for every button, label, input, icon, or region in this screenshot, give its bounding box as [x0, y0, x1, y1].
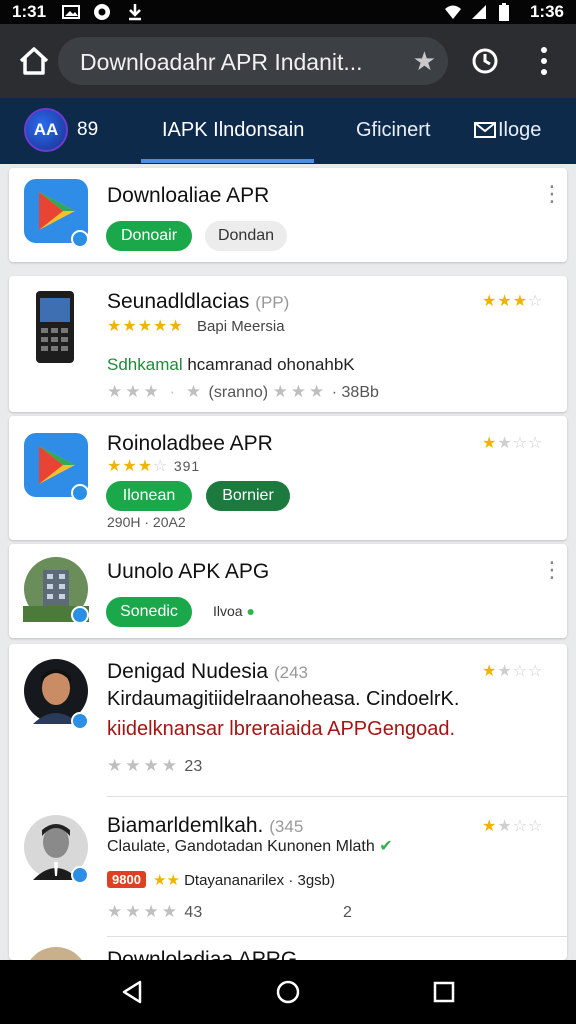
app-notification-icon — [94, 4, 110, 20]
app-title[interactable]: Downloaliae APR — [107, 184, 269, 208]
app-title-text: Denigad Nudesia — [107, 660, 269, 683]
rating-count: 23 — [184, 758, 203, 775]
phone-icon — [36, 291, 74, 363]
app-description: Sdhkamal hcamranad ohonahbK — [107, 355, 355, 375]
verified-badge — [71, 230, 89, 248]
review-count: 2 — [343, 904, 352, 921]
app-card[interactable]: Roinoladbee APR ★★☆☆ ★★★☆ 391 Ilonean Bo… — [9, 416, 567, 540]
system-navigation-bar — [0, 960, 576, 1024]
verified-badge — [71, 866, 89, 884]
rating-stars: ★★★☆ 391 — [107, 458, 201, 475]
status-bar: 1:31 1:36 — [0, 0, 576, 24]
star-icon[interactable]: ★ — [413, 46, 436, 77]
rating-stars: ★★☆☆ — [482, 435, 544, 452]
description-highlight: Sdhkamal — [107, 355, 183, 374]
developer-name-text: Claulate, Gandotadan Kunonen Mlath — [107, 838, 375, 855]
download-button[interactable]: Ilonean — [106, 481, 192, 511]
battery-icon — [499, 3, 509, 21]
nav-count: 89 — [77, 119, 99, 140]
rating-stars: ★★☆☆ — [482, 818, 544, 835]
verified-badge — [71, 606, 89, 624]
download-button[interactable]: Donoair — [106, 221, 192, 251]
divider — [107, 936, 567, 937]
site-navbar: AA 89 IAPK Ilndonsain Gficinert Iloge — [0, 98, 576, 164]
app-extra: Ilvoa ● — [213, 603, 255, 619]
home-circle-icon[interactable] — [274, 978, 302, 1006]
site-logo[interactable]: AA — [24, 108, 68, 152]
app-title[interactable]: Uunolo APK APG — [107, 560, 269, 584]
status-time-right: 1:36 — [529, 2, 564, 21]
tab-official[interactable]: Gficinert — [356, 119, 430, 142]
more-vert-icon[interactable]: ⋮ — [541, 559, 563, 581]
developer-name: Claulate, Gandotadan Kunonen Mlath ✔ — [107, 836, 393, 856]
url-text[interactable]: Downloadahr APR Indanit... — [80, 49, 363, 76]
rating-stars: ★★★☆ — [482, 293, 544, 310]
app-title[interactable]: Biamarldemlkah. (345 — [107, 814, 303, 838]
history-icon[interactable] — [470, 46, 500, 76]
app-description-highlight: kiidelknansar lbreraiaida APPGengoad. — [107, 718, 455, 740]
review-count: (sranno) — [208, 384, 269, 401]
download-button[interactable]: Sonedic — [106, 597, 192, 627]
app-title[interactable]: Roinoladbee APR — [107, 432, 273, 456]
app-extra-text: Ilvoa — [213, 603, 243, 619]
tab-iloge[interactable]: Iloge — [474, 119, 541, 142]
app-card[interactable]: Denigad Nudesia (243 ★★☆☆ Kirdaumagitiid… — [9, 644, 567, 1011]
app-card[interactable]: Downloaliae APR Donoair Dondan ⋮ — [9, 168, 567, 262]
back-icon[interactable] — [118, 978, 146, 1006]
recents-icon[interactable] — [430, 978, 458, 1006]
tab-iloge-label: Iloge — [498, 119, 542, 141]
app-title[interactable]: Seunadldlacias (PP) — [107, 290, 289, 314]
app-meta-text: Dtayananarilex — [184, 872, 285, 889]
divider — [107, 796, 567, 797]
file-size: · 38Bb — [331, 384, 379, 401]
file-size: · 3gsb) — [288, 872, 335, 889]
verified-check-icon: ✔ — [379, 838, 393, 855]
app-title[interactable]: Denigad Nudesia (243 — [107, 660, 308, 684]
tab-iapk-indonesia[interactable]: IAPK Ilndonsain — [162, 119, 304, 142]
home-icon[interactable] — [16, 39, 52, 83]
description-rest: hcamranad ohonahbK — [182, 355, 355, 374]
active-tab-indicator — [141, 159, 314, 163]
wifi-icon — [445, 5, 461, 19]
app-meta: ★★ Dtayananarilex · 3gsb) — [153, 872, 335, 889]
price-badge: 9800 — [107, 871, 146, 888]
app-title-suffix: (243 — [273, 663, 308, 682]
rating-row: ★★★★ 43 — [107, 902, 203, 921]
status-time: 1:31 — [12, 2, 47, 21]
rating-stars: ★★☆☆ — [482, 663, 544, 680]
secondary-button[interactable]: Bornier — [206, 481, 290, 511]
verified-badge — [71, 484, 89, 502]
app-card[interactable]: Seunadldlacias (PP) ★★★☆ ★★★★★ Bapi Meer… — [9, 276, 567, 412]
leaf-icon: ● — [246, 603, 255, 619]
signal-icon — [472, 5, 486, 19]
browser-toolbar: Downloadahr APR Indanit... ★ — [0, 24, 576, 98]
screen: 1:31 1:36 Downloadahr APR Indanit... ★ A… — [0, 0, 576, 1024]
rating-row: ★★★ · ★ (sranno) ★★★ · 38Bb — [107, 382, 379, 401]
address-bar[interactable]: Downloadahr APR Indanit... ★ — [58, 37, 448, 85]
app-title-text: Biamarldemlkah. — [107, 814, 264, 837]
developer-name: Bapi Meersia — [197, 318, 285, 335]
app-title-suffix: (PP) — [255, 293, 290, 312]
rating-count: 391 — [173, 458, 201, 474]
verified-badge — [71, 712, 89, 730]
rating-row: ★★★★ 23 — [107, 756, 203, 775]
app-title-text: Seunadldlacias — [107, 290, 250, 313]
mail-icon — [474, 122, 496, 138]
download-notification-icon — [129, 4, 141, 21]
app-card[interactable]: Uunolo APK APG Sonedic Ilvoa ● ⋮ — [9, 544, 567, 638]
rating-stars: ★★★★★ — [107, 318, 184, 335]
app-description: Kirdaumagitiidelraanoheasa. CindoelrK. — [107, 688, 460, 710]
more-vert-icon[interactable]: ⋮ — [541, 183, 563, 205]
more-vert-icon[interactable] — [534, 44, 554, 78]
image-notification-icon — [62, 5, 80, 19]
app-title-suffix: (345 — [269, 817, 304, 836]
app-meta: 290H · 20A2 — [107, 514, 186, 530]
rating-count: 43 — [184, 904, 203, 921]
secondary-button[interactable]: Dondan — [205, 221, 287, 251]
